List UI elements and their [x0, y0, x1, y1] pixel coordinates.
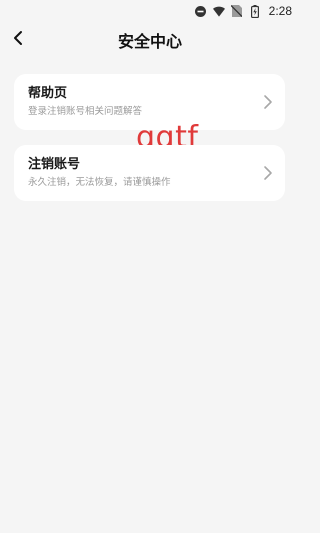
help-page-title: 帮助页: [28, 86, 68, 101]
chevron-right-icon: [263, 94, 273, 110]
back-arrow-icon: [13, 30, 23, 50]
help-page-subtitle: 登录注销账号相关问题解答: [28, 106, 143, 117]
header: 安全中心: [0, 22, 300, 58]
back-button[interactable]: [4, 26, 32, 54]
wifi-icon: [212, 5, 225, 17]
no-sim-icon: [231, 5, 243, 17]
cancel-account-title: 注销账号: [28, 157, 81, 172]
chevron-right-icon: [263, 165, 273, 181]
status-bar: 2:28: [0, 0, 300, 22]
cancel-account-subtitle: 永久注销，无法恢复，请谨慎操作: [28, 177, 171, 188]
do-not-disturb-icon: [195, 5, 207, 17]
cancel-account-item[interactable]: 注销账号 永久注销，无法恢复，请谨慎操作: [14, 145, 285, 201]
battery-charging-icon: [249, 4, 261, 18]
page-title: 安全中心: [117, 32, 182, 51]
status-time: 2:28: [268, 4, 292, 18]
